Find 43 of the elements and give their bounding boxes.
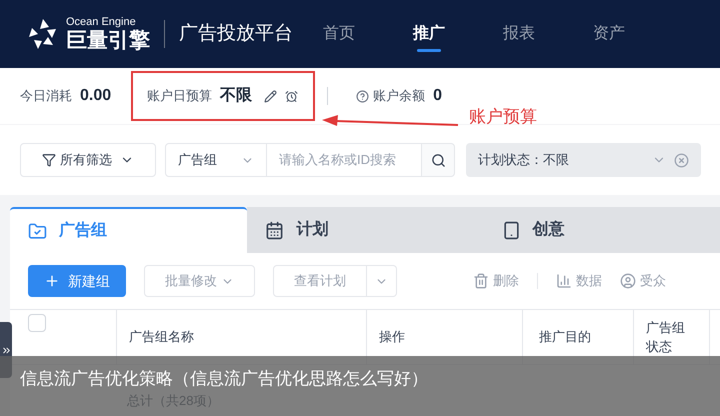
column-header: 广告组状态	[646, 318, 686, 356]
filter-icon	[42, 153, 56, 167]
caption-text: 信息流广告优化策略（信息流广告优化思路怎么写好）	[20, 369, 428, 389]
select-all-checkbox[interactable]	[28, 314, 46, 332]
content-tab[interactable]: 广告组	[10, 207, 248, 253]
column-header: 广告组名称	[129, 328, 194, 346]
alarm-clock-icon[interactable]	[285, 90, 298, 102]
platform-title: 广告投放平台	[179, 22, 293, 46]
content-tab[interactable]: 计划	[247, 207, 484, 253]
plus-icon	[44, 273, 60, 289]
bar-chart-icon	[556, 273, 572, 289]
content-tab[interactable]: 创意	[484, 207, 720, 253]
stat-value: 不限	[220, 86, 252, 106]
all-filters-dropdown[interactable]: 所有筛选	[20, 143, 156, 177]
trash-icon	[473, 273, 489, 289]
search-icon	[430, 152, 446, 168]
double-chevron-icon	[0, 344, 12, 356]
folder-check-icon	[28, 222, 47, 240]
column-header: 推广目的	[539, 328, 591, 346]
plan-status-filter[interactable]: 计划状态：不限	[466, 143, 701, 177]
logo-title: 巨量引擎	[66, 30, 150, 51]
search-button[interactable]	[421, 143, 455, 177]
nav-tab[interactable]: 首页	[323, 0, 355, 68]
stat-label: 账户日预算	[147, 87, 212, 106]
search-field[interactable]: 请输入名称或ID搜索	[267, 143, 421, 177]
column-header: 操作	[379, 328, 405, 346]
stat-label: 账户余额	[373, 87, 426, 106]
stat-value: 0.00	[80, 86, 112, 106]
help-icon[interactable]	[356, 90, 370, 102]
dropdown-toggle[interactable]	[367, 265, 397, 297]
nav-tab[interactable]: 报表	[503, 0, 535, 68]
stat-value: 0	[433, 86, 442, 106]
tablet-icon	[502, 220, 521, 240]
stat-label: 今日消耗	[20, 87, 72, 105]
user-icon	[620, 273, 636, 289]
annotation-label: 账户预算	[469, 106, 537, 128]
logo-subtitle: Ocean Engine	[66, 17, 137, 28]
calendar-icon	[265, 220, 284, 240]
edit-icon[interactable]	[264, 90, 278, 102]
nav-tab[interactable]: 推广	[413, 0, 445, 68]
nav-tab[interactable]: 资产	[593, 0, 625, 68]
new-group-button[interactable]: 新建组	[28, 265, 126, 297]
scope-dropdown[interactable]: 广告组	[165, 143, 267, 177]
